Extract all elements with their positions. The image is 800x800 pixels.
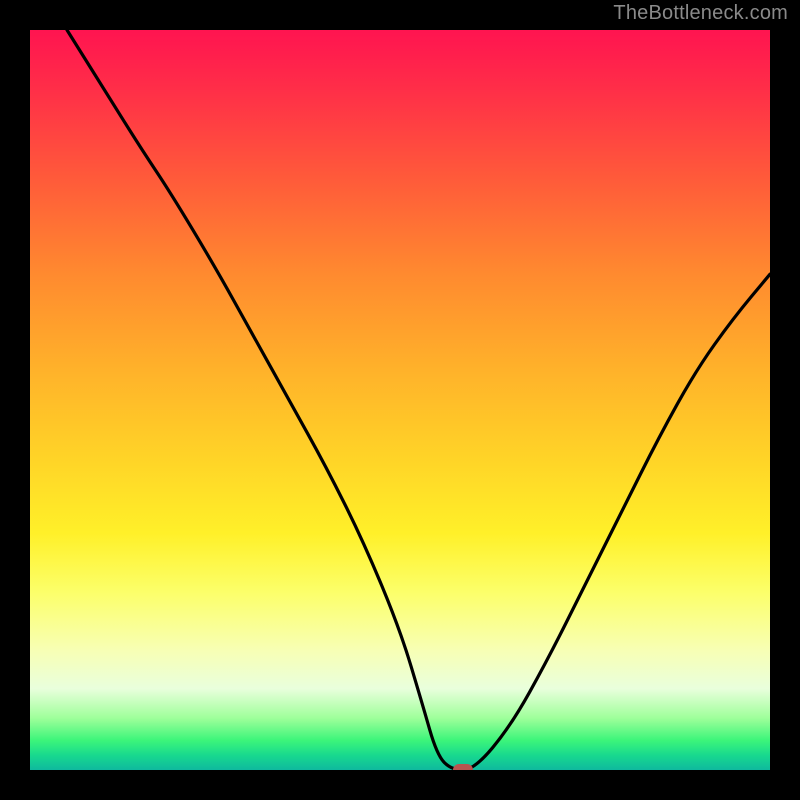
- chart-stage: TheBottleneck.com: [0, 0, 800, 800]
- watermark-text: TheBottleneck.com: [613, 2, 788, 25]
- curve-path: [67, 30, 770, 770]
- plot-area: [30, 30, 770, 770]
- optimal-marker: [453, 764, 473, 770]
- bottleneck-curve: [30, 30, 770, 770]
